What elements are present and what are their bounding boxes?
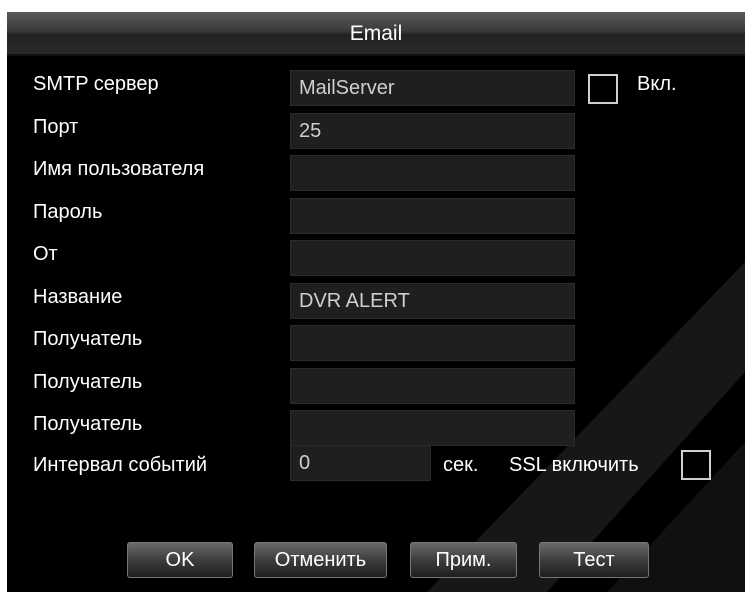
- smtp-server-input[interactable]: MailServer: [290, 70, 575, 106]
- ssl-checkbox[interactable]: [681, 450, 711, 480]
- subject-input[interactable]: DVR ALERT: [290, 283, 575, 319]
- apply-button[interactable]: Прим.: [410, 542, 517, 578]
- password-input[interactable]: [290, 198, 575, 234]
- email-settings-dialog: Email SMTP сервер MailServer Вкл. Порт 2…: [7, 12, 745, 592]
- recipient-input-2[interactable]: [290, 368, 575, 404]
- cancel-button[interactable]: Отменить: [254, 542, 387, 578]
- ok-button[interactable]: OK: [127, 542, 233, 578]
- interval-label: Интервал событий: [33, 454, 208, 476]
- username-input[interactable]: [290, 155, 575, 191]
- from-input[interactable]: [290, 240, 575, 276]
- recipient-input-3[interactable]: [290, 410, 575, 446]
- port-input[interactable]: 25: [290, 113, 575, 149]
- dialog-title: Email: [349, 22, 403, 45]
- enable-checkbox[interactable]: [588, 74, 618, 104]
- ssl-label: SSL включить: [509, 454, 639, 476]
- recipient-input-1[interactable]: [290, 325, 575, 361]
- recipient-label-1: Получатель: [33, 328, 143, 350]
- recipient-label-3: Получатель: [33, 413, 143, 435]
- password-label: Пароль: [33, 201, 103, 223]
- subject-label: Название: [33, 286, 123, 308]
- username-label: Имя пользователя: [33, 158, 205, 180]
- recipient-label-2: Получатель: [33, 371, 143, 393]
- title-bar[interactable]: Email: [7, 12, 745, 56]
- port-label: Порт: [33, 116, 79, 138]
- smtp-server-label: SMTP сервер: [33, 73, 159, 95]
- interval-input[interactable]: 0: [290, 445, 431, 481]
- test-button[interactable]: Тест: [539, 542, 649, 578]
- interval-unit: сек.: [443, 454, 479, 476]
- enable-label: Вкл.: [637, 73, 677, 95]
- from-label: От: [33, 243, 58, 265]
